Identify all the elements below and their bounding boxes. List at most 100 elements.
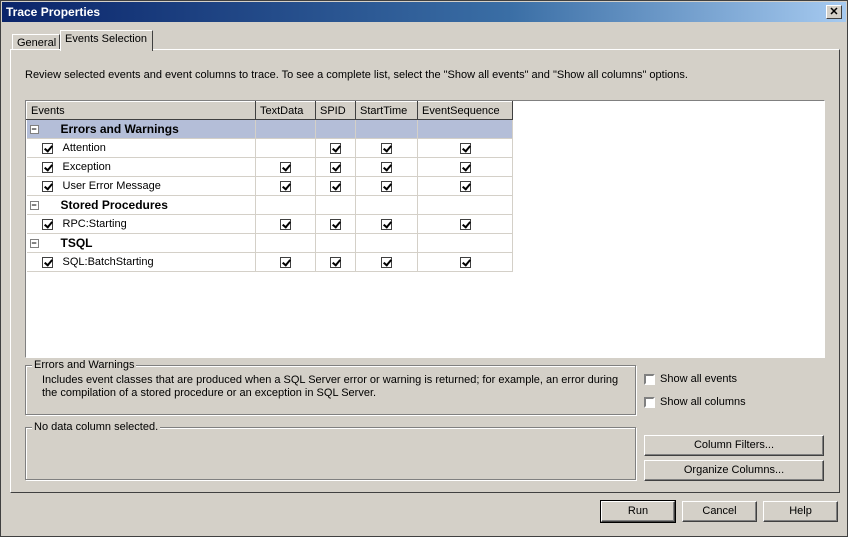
event-checkbox[interactable] xyxy=(41,180,53,192)
column-cell-spid[interactable] xyxy=(315,176,356,196)
event-label: User Error Message xyxy=(62,180,161,192)
column-cell-starttime[interactable] xyxy=(355,252,418,272)
show-all-columns-checkbox[interactable] xyxy=(644,396,655,408)
event-name-cell: Exception xyxy=(26,157,256,177)
column-checkbox[interactable] xyxy=(280,256,291,268)
column-cell-eventsequence[interactable] xyxy=(417,157,513,177)
column-cell-starttime[interactable] xyxy=(355,176,418,196)
run-button[interactable]: Run xyxy=(600,500,676,523)
column-checkbox[interactable] xyxy=(381,142,392,154)
collapse-icon[interactable]: − xyxy=(29,201,39,211)
category-row-errors-and-warnings[interactable]: − Errors and Warnings xyxy=(26,119,513,139)
column-cell-starttime[interactable] xyxy=(355,214,418,234)
event-name-cell: RPC:Starting xyxy=(26,214,256,234)
column-header-textdata[interactable]: TextData xyxy=(255,101,316,120)
column-cell-spid[interactable] xyxy=(315,157,356,177)
column-checkbox[interactable] xyxy=(330,218,341,230)
column-checkbox[interactable] xyxy=(381,218,392,230)
column-checkbox[interactable] xyxy=(330,161,341,173)
event-description-group: Errors and Warnings Includes event class… xyxy=(25,359,636,415)
column-checkbox[interactable] xyxy=(381,256,392,268)
column-cell-eventsequence[interactable] xyxy=(417,252,513,272)
show-all-events-option[interactable]: Show all events xyxy=(644,373,737,385)
column-checkbox[interactable] xyxy=(280,161,291,173)
event-row-sql-batchstarting[interactable]: SQL:BatchStarting xyxy=(26,252,513,272)
event-row-rpc-starting[interactable]: RPC:Starting xyxy=(26,214,513,234)
event-checkbox[interactable] xyxy=(41,142,53,154)
event-label: RPC:Starting xyxy=(62,218,127,230)
column-filters-button[interactable]: Column Filters... xyxy=(644,435,824,456)
collapse-icon[interactable]: − xyxy=(29,125,39,135)
column-checkbox[interactable] xyxy=(330,180,341,192)
column-checkbox[interactable] xyxy=(280,218,291,230)
column-cell-eventsequence[interactable] xyxy=(417,138,513,158)
column-cell-textdata[interactable] xyxy=(255,252,316,272)
column-checkbox[interactable] xyxy=(459,218,471,230)
column-header-spid[interactable]: SPID xyxy=(315,101,356,120)
collapse-icon[interactable]: − xyxy=(29,239,39,249)
column-cell-spid[interactable] xyxy=(315,252,356,272)
event-row-exception[interactable]: Exception xyxy=(26,157,513,177)
column-checkbox[interactable] xyxy=(459,180,471,192)
column-checkbox[interactable] xyxy=(381,180,392,192)
category-row-tsql[interactable]: − TSQL xyxy=(26,233,513,253)
close-button[interactable]: ✕ xyxy=(826,5,842,19)
intro-text: Review selected events and event columns… xyxy=(25,69,688,81)
empty-cell xyxy=(255,119,316,139)
organize-columns-button[interactable]: Organize Columns... xyxy=(644,460,824,481)
column-checkbox[interactable] xyxy=(459,161,471,173)
event-row-attention[interactable]: Attention xyxy=(26,138,513,158)
column-cell-eventsequence[interactable] xyxy=(417,176,513,196)
column-cell-starttime[interactable] xyxy=(355,138,418,158)
column-cell-spid[interactable] xyxy=(315,138,356,158)
show-all-columns-option[interactable]: Show all columns xyxy=(644,396,746,408)
column-cell-textdata[interactable] xyxy=(255,138,316,158)
tab-events-selection[interactable]: Events Selection xyxy=(60,30,153,51)
empty-cell xyxy=(255,233,316,253)
category-cell: − TSQL xyxy=(26,233,256,253)
column-checkbox[interactable] xyxy=(459,142,471,154)
column-cell-textdata[interactable] xyxy=(255,214,316,234)
column-header-starttime[interactable]: StartTime xyxy=(355,101,418,120)
events-selection-panel: Review selected events and event columns… xyxy=(10,49,840,493)
column-checkbox[interactable] xyxy=(330,256,341,268)
category-label: Stored Procedures xyxy=(60,198,168,212)
column-cell-starttime[interactable] xyxy=(355,157,418,177)
event-checkbox[interactable] xyxy=(41,218,53,230)
column-cell-eventsequence[interactable] xyxy=(417,214,513,234)
empty-cell xyxy=(315,195,356,215)
event-name-cell: SQL:BatchStarting xyxy=(26,252,256,272)
events-table: Events TextData SPID StartTime EventSequ… xyxy=(26,101,513,272)
trace-properties-dialog: Trace Properties ✕ General Events Select… xyxy=(0,0,848,537)
category-label: TSQL xyxy=(60,236,93,250)
column-checkbox[interactable] xyxy=(330,142,341,154)
window-title: Trace Properties xyxy=(6,5,101,19)
empty-cell xyxy=(255,195,316,215)
event-checkbox[interactable] xyxy=(41,256,53,268)
tab-general-label: General xyxy=(17,37,57,49)
column-cell-textdata[interactable] xyxy=(255,157,316,177)
title-bar[interactable]: Trace Properties ✕ xyxy=(2,2,846,22)
help-button[interactable]: Help xyxy=(763,501,838,522)
column-description-group: No data column selected. xyxy=(25,421,636,480)
cancel-button[interactable]: Cancel xyxy=(682,501,757,522)
column-checkbox[interactable] xyxy=(459,256,471,268)
event-checkbox[interactable] xyxy=(41,161,53,173)
show-all-events-label[interactable]: Show all events xyxy=(660,373,737,385)
event-row-user-error-message[interactable]: User Error Message xyxy=(26,176,513,196)
column-checkbox[interactable] xyxy=(280,180,291,192)
events-grid[interactable]: Events TextData SPID StartTime EventSequ… xyxy=(25,100,825,358)
category-cell: − Errors and Warnings xyxy=(26,119,256,139)
tab-general[interactable]: General xyxy=(12,34,60,50)
show-all-events-checkbox[interactable] xyxy=(644,373,655,385)
show-all-columns-label[interactable]: Show all columns xyxy=(660,396,746,408)
column-cell-textdata[interactable] xyxy=(255,176,316,196)
column-checkbox[interactable] xyxy=(381,161,392,173)
column-header-eventsequence[interactable]: EventSequence xyxy=(417,101,513,120)
column-cell-spid[interactable] xyxy=(315,214,356,234)
column-header-events[interactable]: Events xyxy=(26,101,256,120)
category-row-stored-procedures[interactable]: − Stored Procedures xyxy=(26,195,513,215)
event-description-text: Includes event classes that are produced… xyxy=(42,374,619,399)
event-name-cell: User Error Message xyxy=(26,176,256,196)
category-label: Errors and Warnings xyxy=(60,122,179,136)
